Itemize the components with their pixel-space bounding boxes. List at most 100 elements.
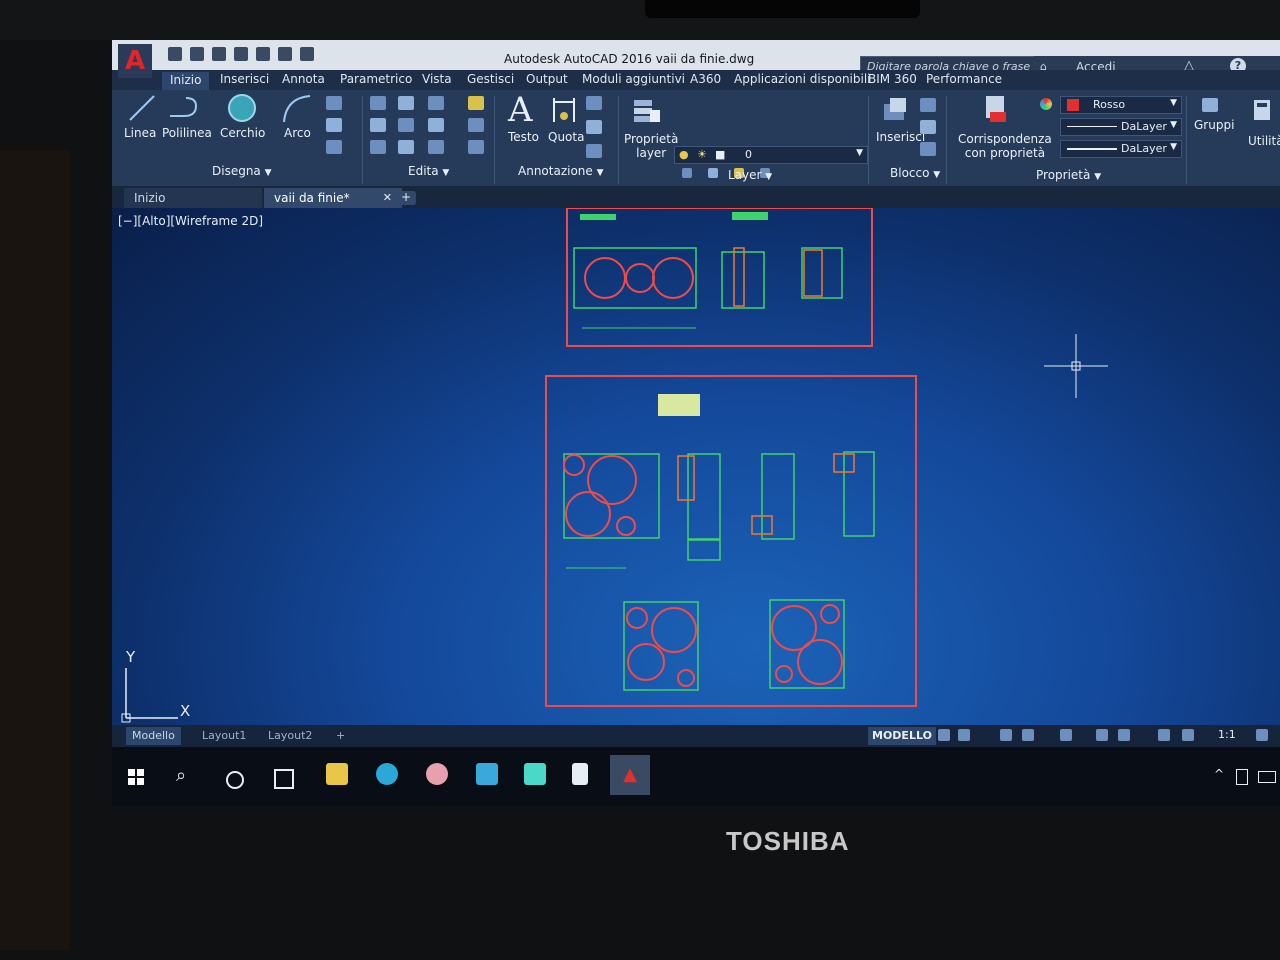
annotation-visibility-icon[interactable] — [1182, 729, 1194, 741]
store-icon[interactable] — [476, 763, 498, 785]
cortana-icon[interactable] — [226, 771, 244, 789]
insert-button[interactable]: Inserisci — [876, 130, 925, 144]
line-button[interactable]: Linea — [124, 126, 156, 140]
drawing-area[interactable]: [−][Alto][Wireframe 2D] Y X — [112, 208, 1280, 725]
redo-icon[interactable] — [300, 47, 314, 61]
workspace-gear-icon[interactable] — [1256, 729, 1268, 741]
battery-icon[interactable] — [1258, 771, 1276, 783]
layer-tool-icon[interactable] — [708, 168, 718, 178]
tab-annota[interactable]: Annota — [282, 72, 325, 86]
hatch-icon[interactable] — [326, 118, 342, 132]
tab-bim-360[interactable]: BIM 360 — [868, 72, 917, 86]
fillet-icon[interactable] — [428, 118, 444, 132]
block-attributes-icon[interactable] — [920, 142, 936, 156]
arc-button[interactable]: Arco — [284, 126, 311, 140]
panel-title-annotazione[interactable]: Annotazione ▼ — [518, 164, 604, 178]
lineweight-dropdown[interactable]: DaLayer ▼ — [1060, 140, 1182, 158]
rectangle-icon[interactable] — [326, 96, 342, 110]
linetype-dropdown[interactable]: DaLayer ▼ — [1060, 118, 1182, 136]
ortho-icon[interactable] — [1000, 729, 1012, 741]
model-space-button[interactable]: MODELLO — [868, 727, 936, 745]
annotation-scale-icon[interactable] — [1158, 729, 1170, 741]
tab-model[interactable]: Modello — [126, 727, 181, 745]
linear-dimension-icon[interactable] — [586, 96, 602, 110]
color-wheel-icon[interactable] — [1040, 98, 1052, 110]
windows-start-icon[interactable] — [128, 769, 144, 785]
autocad-taskbar-icon[interactable]: ▲ — [610, 755, 650, 795]
tab-moduli-aggiuntivi[interactable]: Moduli aggiuntivi — [582, 72, 685, 86]
tab-drawing[interactable]: vaii da finie* ✕ — [264, 188, 402, 208]
dimension-button[interactable]: Quota — [548, 130, 584, 144]
leader-icon[interactable] — [586, 120, 602, 134]
tab-performance[interactable]: Performance — [926, 72, 1002, 86]
panel-title-disegna[interactable]: Disegna ▼ — [212, 164, 272, 178]
trim-icon[interactable] — [428, 96, 444, 110]
rotate-icon[interactable] — [398, 96, 414, 110]
mirror-icon[interactable] — [398, 118, 414, 132]
print-icon[interactable] — [256, 47, 270, 61]
close-icon[interactable]: ✕ — [383, 188, 392, 208]
panel-title-layer[interactable]: Layer ▼ — [728, 168, 772, 182]
undo-icon[interactable] — [278, 47, 292, 61]
stretch-icon[interactable] — [370, 140, 386, 154]
tab-inserisci[interactable]: Inserisci — [220, 72, 269, 86]
scale-value[interactable]: 1:1 — [1218, 728, 1236, 741]
copy-icon[interactable] — [370, 118, 386, 132]
edit-block-icon[interactable] — [920, 120, 936, 134]
scale-icon[interactable] — [398, 140, 414, 154]
search-icon[interactable]: ⌕ — [176, 765, 186, 786]
panel-title-blocco[interactable]: Blocco ▼ — [890, 166, 940, 180]
tab-output[interactable]: Output — [526, 72, 568, 86]
tab-inizio[interactable]: Inizio — [162, 72, 210, 90]
polyline-button[interactable]: Polilinea — [162, 126, 212, 140]
snap-icon[interactable] — [958, 729, 970, 741]
new-icon[interactable] — [168, 47, 182, 61]
layer-properties-button[interactable]: Proprietà layer — [624, 132, 678, 160]
text-button[interactable]: Testo — [508, 130, 539, 144]
file-explorer-icon[interactable] — [326, 763, 348, 785]
groups-button[interactable]: Gruppi — [1194, 118, 1234, 132]
explode-icon[interactable] — [468, 118, 484, 132]
circle-button[interactable]: Cerchio — [220, 126, 265, 140]
color-dropdown[interactable]: Rosso ▼ — [1060, 96, 1182, 114]
tab-parametrico[interactable]: Parametrico — [340, 72, 412, 86]
tab-applicazioni-disponibili[interactable]: Applicazioni disponibili — [734, 72, 871, 86]
polar-icon[interactable] — [1022, 729, 1034, 741]
add-layout-icon[interactable]: + — [330, 727, 351, 745]
tray-device-icon[interactable] — [1236, 769, 1248, 785]
tab-start[interactable]: Inizio — [124, 188, 262, 208]
app-icon[interactable] — [524, 763, 546, 785]
layer-dropdown[interactable]: ● ☀ ■ 0 ▼ — [674, 146, 868, 164]
new-tab-button[interactable]: + — [396, 191, 416, 205]
array-icon[interactable] — [428, 140, 444, 154]
gradient-icon[interactable] — [326, 140, 342, 154]
offset-icon[interactable] — [468, 140, 484, 154]
move-icon[interactable] — [370, 96, 386, 110]
match-properties-button[interactable]: Corrispondenza con proprietà — [958, 132, 1052, 160]
edge-browser-icon[interactable] — [376, 763, 398, 785]
application-menu-button[interactable]: A — [118, 44, 152, 78]
tab-a360[interactable]: A360 — [690, 72, 721, 86]
save-icon[interactable] — [212, 47, 226, 61]
task-view-icon[interactable] — [274, 769, 294, 789]
utilities-button[interactable]: Utilità — [1248, 134, 1280, 148]
panel-title-proprieta[interactable]: Proprietà ▼ — [1036, 168, 1101, 182]
tab-layout2[interactable]: Layout2 — [262, 727, 318, 745]
tab-vista[interactable]: Vista — [422, 72, 452, 86]
grid-icon[interactable] — [938, 729, 950, 741]
lineweight-icon[interactable] — [1096, 729, 1108, 741]
layer-tool-icon[interactable] — [682, 168, 692, 178]
tray-chevron-up-icon[interactable]: ^ — [1214, 767, 1224, 781]
create-block-icon[interactable] — [920, 98, 936, 112]
photos-icon[interactable] — [426, 763, 448, 785]
tab-layout1[interactable]: Layout1 — [196, 727, 252, 745]
table-icon[interactable] — [586, 144, 602, 158]
open-icon[interactable] — [190, 47, 204, 61]
save-as-icon[interactable] — [234, 47, 248, 61]
panel-title-edita[interactable]: Edita ▼ — [408, 164, 449, 178]
erase-icon[interactable] — [468, 96, 484, 110]
document-icon[interactable] — [572, 763, 588, 785]
tab-gestisci[interactable]: Gestisci — [467, 72, 514, 86]
osnap-icon[interactable] — [1060, 729, 1072, 741]
transparency-icon[interactable] — [1118, 729, 1130, 741]
